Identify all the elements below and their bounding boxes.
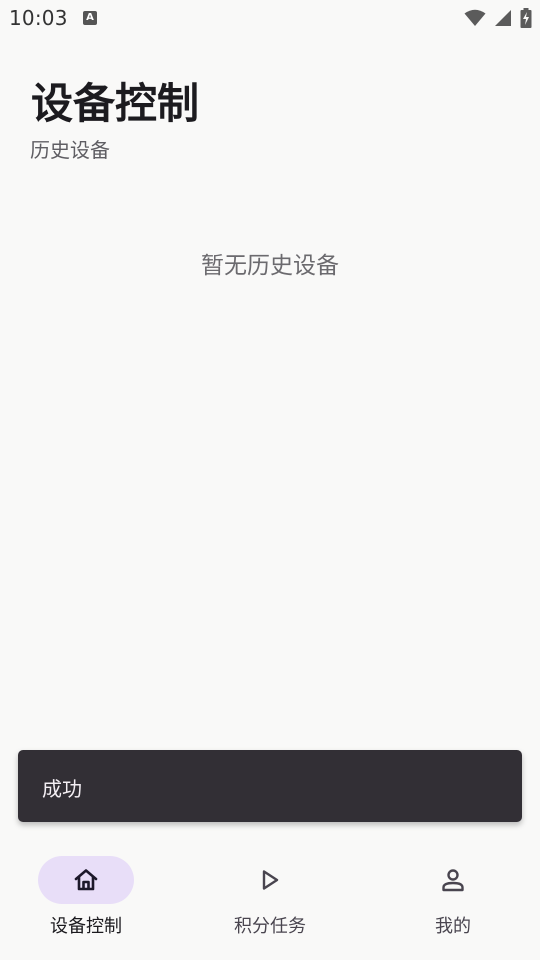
nav-item-mine[interactable]: 我的 bbox=[378, 856, 528, 946]
page-title: 设备控制 bbox=[31, 79, 200, 128]
app-notification-icon: A bbox=[83, 11, 97, 25]
nav-item-device-control[interactable]: 设备控制 bbox=[11, 856, 161, 946]
person-icon bbox=[442, 869, 464, 892]
empty-state-message: 暂无历史设备 bbox=[201, 253, 339, 279]
nav-item-points-tasks[interactable]: 积分任务 bbox=[195, 856, 345, 946]
battery-charging-icon bbox=[520, 8, 532, 28]
status-icons bbox=[464, 7, 532, 29]
home-icon bbox=[74, 869, 98, 891]
nav-label-mine: 我的 bbox=[435, 916, 471, 937]
cellular-signal-icon bbox=[495, 10, 511, 26]
history-devices-label: 历史设备 bbox=[30, 138, 110, 162]
status-time: 10:03 bbox=[9, 6, 68, 30]
play-icon bbox=[262, 870, 279, 890]
nav-label-device-control: 设备控制 bbox=[50, 916, 122, 937]
wifi-icon bbox=[464, 9, 486, 26]
nav-label-points-tasks: 积分任务 bbox=[234, 916, 306, 937]
snackbar-message: 成功 bbox=[42, 777, 82, 801]
snackbar: 成功 bbox=[18, 750, 522, 822]
bottom-navigation: 设备控制 积分任务 我的 bbox=[0, 840, 540, 960]
status-bar: 10:03 A bbox=[0, 0, 540, 38]
